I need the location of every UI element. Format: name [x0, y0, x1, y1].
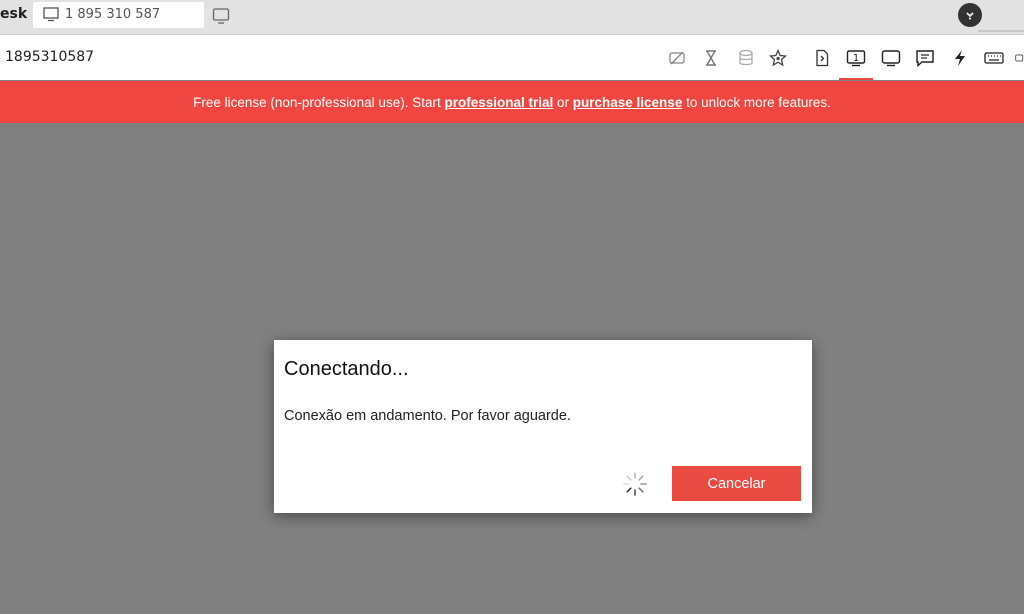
purchase-license-link[interactable]: purchase license — [573, 95, 683, 110]
banner-text-or: or — [553, 94, 573, 110]
svg-text:1: 1 — [853, 53, 859, 64]
app-name: esk — [0, 6, 28, 22]
monitor-icon — [43, 6, 59, 26]
loading-spinner-icon — [622, 471, 648, 501]
connecting-dialog: Conectando... Conexão em andamento. Por … — [274, 340, 812, 513]
chat-icon[interactable] — [914, 47, 936, 69]
more-icon[interactable] — [1015, 47, 1024, 69]
cancel-button[interactable]: Cancelar — [672, 466, 801, 501]
display-1-icon[interactable]: 1 — [839, 47, 873, 80]
account-icon[interactable] — [958, 3, 982, 27]
hourglass-icon[interactable] — [700, 47, 722, 69]
dialog-message: Conexão em andamento. Por favor aguarde. — [284, 408, 571, 424]
new-tab-monitor-icon[interactable] — [212, 7, 230, 29]
file-icon[interactable] — [811, 47, 833, 69]
tab-bar: esk 1 895 310 587 — [0, 0, 1024, 35]
database-icon[interactable] — [735, 47, 757, 69]
professional-trial-link[interactable]: professional trial — [444, 95, 553, 110]
banner-text-end: to unlock more features. — [682, 94, 831, 110]
tab-label: 1 895 310 587 — [65, 7, 161, 22]
tab-scroll-indicator — [978, 30, 1024, 32]
hide-icon[interactable] — [666, 47, 688, 69]
tab-remote-session[interactable]: 1 895 310 587 — [33, 2, 204, 28]
remote-toolbar: 1895310587 1 — [0, 35, 1024, 80]
license-banner: Free license (non-professional use). Sta… — [0, 81, 1024, 123]
lightning-icon[interactable] — [949, 47, 971, 69]
keyboard-icon[interactable] — [983, 47, 1005, 69]
dialog-title: Conectando... — [284, 358, 409, 380]
star-icon[interactable] — [767, 47, 789, 69]
banner-text-start: Free license (non-professional use). Sta… — [193, 94, 445, 110]
remote-id: 1895310587 — [5, 49, 95, 65]
monitor-icon[interactable] — [880, 47, 902, 69]
